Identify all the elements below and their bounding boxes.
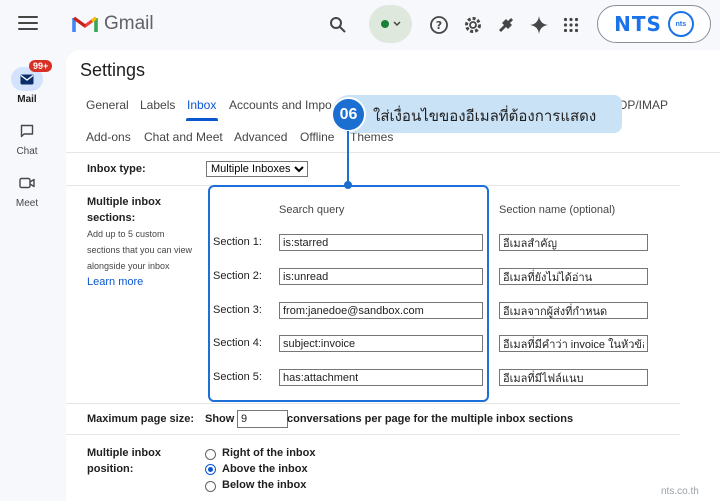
page-size-input[interactable] — [237, 410, 288, 428]
app-name: Gmail — [104, 13, 154, 34]
help-icon[interactable]: ? — [425, 11, 453, 39]
row-divider — [66, 434, 680, 435]
tab-accounts[interactable]: Accounts and Impo — [229, 98, 332, 112]
position-label: Multiple inbox position: — [87, 445, 161, 477]
learn-more-link[interactable]: Learn more — [87, 276, 143, 288]
sections-help: Add up to 5 custom sections that you can… — [87, 226, 192, 274]
brand-logo: NTS — [614, 12, 662, 36]
top-bar: Gmail ? NTS nts — [0, 0, 720, 50]
section-query-input[interactable] — [279, 335, 483, 352]
position-label-line2: position: — [87, 463, 134, 475]
tabs-divider — [66, 152, 720, 153]
sections-help-line2: sections that you can view — [87, 245, 193, 255]
tab-labels[interactable]: Labels — [140, 98, 175, 112]
position-option-label[interactable]: Right of the inbox — [222, 445, 315, 461]
step-callout-text: ใส่เงื่อนไขของอีเมลที่ต้องการแสดง — [373, 107, 597, 125]
position-label-line1: Multiple inbox — [87, 447, 161, 459]
section-name-input[interactable] — [499, 335, 648, 352]
callout-anchor-dot — [344, 181, 352, 189]
section-label: Section 3: — [213, 304, 262, 316]
sections-label: Multiple inbox sections: — [87, 194, 161, 226]
section-name-input[interactable] — [499, 268, 648, 285]
tab-general[interactable]: General — [86, 98, 129, 112]
tab-chat-meet[interactable]: Chat and Meet — [144, 130, 223, 144]
rail-meet[interactable]: Meet — [4, 171, 50, 209]
mail-icon: 99+ — [11, 60, 53, 91]
gear-icon[interactable] — [459, 11, 487, 39]
section-label: Section 5: — [213, 371, 262, 383]
active-tab-indicator — [186, 118, 218, 121]
status-dot-icon — [380, 20, 389, 28]
section-name-input[interactable] — [499, 302, 648, 319]
section-name-input[interactable] — [499, 234, 648, 251]
page-size-suffix: conversations per page for the multiple … — [287, 413, 574, 425]
section-query-input[interactable] — [279, 369, 483, 386]
callout-connector — [347, 131, 349, 184]
inbox-type-label: Inbox type: — [87, 163, 146, 175]
sections-label-line1: Multiple inbox — [87, 196, 161, 208]
position-option-label[interactable]: Below the inbox — [222, 477, 306, 493]
chevron-down-icon — [392, 21, 401, 27]
chat-icon — [11, 119, 43, 143]
sections-help-line1: Add up to 5 custom — [87, 229, 165, 239]
position-right-radio[interactable] — [205, 449, 216, 460]
sparkle-icon[interactable] — [525, 11, 553, 39]
sections-help-line3: alongside your inbox — [87, 261, 170, 271]
section-label: Section 4: — [213, 337, 262, 349]
inbox-type-select[interactable]: Multiple Inboxes — [206, 161, 308, 177]
section-query-input[interactable] — [279, 234, 483, 251]
unread-badge: 99+ — [29, 60, 53, 72]
section-query-input[interactable] — [279, 268, 483, 285]
tab-offline[interactable]: Offline — [300, 130, 334, 144]
status-button[interactable] — [369, 5, 412, 43]
gmail-logo-icon — [72, 16, 98, 32]
page-size-label: Maximum page size: — [87, 413, 194, 425]
puzzle-icon[interactable] — [492, 11, 520, 39]
rail-mail-label: Mail — [17, 94, 37, 105]
search-icon[interactable] — [324, 11, 352, 39]
gmail-logo[interactable]: Gmail — [72, 13, 154, 35]
tab-advanced[interactable]: Advanced — [234, 130, 287, 144]
section-name-input[interactable] — [499, 369, 648, 386]
rail-mail[interactable]: 99+ Mail — [4, 60, 53, 105]
section-label: Section 2: — [213, 270, 262, 282]
tab-pop-imap[interactable]: OP/IMAP — [618, 98, 668, 112]
section-name-header: Section name (optional) — [499, 204, 616, 216]
menu-icon[interactable] — [14, 12, 42, 38]
watermark: nts.co.th — [661, 486, 699, 497]
position-above-radio[interactable] — [205, 464, 216, 475]
tab-inbox[interactable]: Inbox — [187, 98, 216, 112]
account-brand[interactable]: NTS nts — [597, 5, 711, 43]
page-title: Settings — [80, 60, 146, 80]
tab-addons[interactable]: Add-ons — [86, 130, 131, 144]
section-label: Section 1: — [213, 236, 262, 248]
position-below-radio[interactable] — [205, 481, 216, 492]
rail-meet-label: Meet — [15, 198, 39, 209]
sections-label-line2: sections: — [87, 212, 136, 224]
apps-grid-icon[interactable] — [557, 11, 585, 39]
rail-chat[interactable]: Chat — [4, 119, 50, 157]
svg-text:?: ? — [436, 19, 442, 32]
video-icon — [11, 171, 43, 195]
page-size-show: Show — [205, 413, 235, 425]
position-option-label[interactable]: Above the inbox — [222, 461, 308, 477]
step-number-badge: 06 — [331, 97, 366, 132]
search-query-header: Search query — [279, 204, 345, 216]
rail-chat-label: Chat — [16, 146, 38, 157]
row-divider — [66, 403, 680, 404]
section-query-input[interactable] — [279, 302, 483, 319]
brand-badge: nts — [667, 11, 694, 37]
